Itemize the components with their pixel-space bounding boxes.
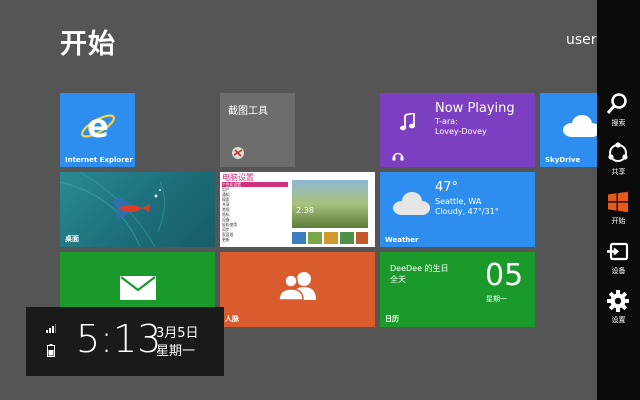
tile-snipping-tool[interactable]: 截图工具: [220, 93, 295, 167]
calendar-allday: 全天: [390, 275, 406, 284]
tile-label: 日历: [385, 315, 399, 323]
clock-date: 3月5日: [156, 326, 199, 341]
now-playing-title: Now Playing: [435, 101, 515, 116]
snipping-tool-icon: [232, 147, 244, 159]
cloud-icon: [563, 115, 597, 137]
page-title: 开始: [60, 29, 116, 60]
lock-screen-thumbnails[interactable]: [292, 232, 368, 244]
svg-text:e: e: [87, 107, 109, 145]
tile-music[interactable]: Now Playing T-ara: Lovey-Dovey: [380, 93, 535, 167]
calendar-day: 05: [485, 258, 524, 293]
charm-label: 开始: [611, 217, 626, 225]
mail-envelope-icon: [120, 276, 156, 300]
clock-weekday: 星期一: [156, 344, 196, 359]
charm-label: 设备: [611, 267, 626, 275]
search-icon: [606, 93, 627, 114]
now-playing-artist: T-ara:: [435, 117, 458, 126]
clock-overlay: 5:13 3月5日 星期一: [26, 307, 224, 376]
user-name[interactable]: user: [566, 32, 597, 48]
internet-explorer-icon: e: [81, 107, 115, 145]
signal-strength-icon: [46, 324, 56, 333]
calendar-weekday: 星期一: [486, 295, 507, 303]
weather-city: Seattle, WA: [435, 197, 482, 206]
headphones-icon: [392, 152, 404, 161]
lock-screen-preview: 2:38: [292, 180, 368, 228]
now-playing-track: Lovey-Dovey: [435, 127, 487, 136]
charm-label: 搜索: [611, 119, 626, 127]
betta-fish-wallpaper: [60, 172, 165, 247]
tile-weather[interactable]: 47° Seattle, WA Cloudy, 47°/31° Weather: [380, 172, 535, 247]
calendar-event: DeeDee 的生日: [390, 264, 449, 273]
tile-label: 人脉: [225, 315, 239, 323]
settings-menu-item[interactable]: 更新: [222, 237, 288, 242]
windows-logo-icon: [608, 191, 628, 213]
clock-time: 5:13: [76, 317, 162, 361]
tile-pc-settings[interactable]: 电脑设置 个性化设置 用户 通知 搜索 共享 常规 隐私 设备 轻松使用 同步 …: [220, 172, 375, 247]
tile-label: Weather: [385, 236, 419, 244]
music-note-icon: [400, 113, 415, 131]
charm-search[interactable]: 搜索: [597, 88, 640, 132]
weather-description: Cloudy, 47°/31°: [435, 207, 499, 216]
tile-desktop[interactable]: 桌面: [60, 172, 215, 247]
tile-label: SkyDrive: [545, 156, 581, 164]
charm-settings[interactable]: 设置: [597, 285, 640, 329]
devices-icon: [607, 242, 629, 261]
people-icon: [278, 272, 316, 300]
battery-icon: [47, 344, 55, 357]
gear-icon: [607, 290, 629, 312]
charm-devices[interactable]: 设备: [597, 236, 640, 280]
charm-label: 共享: [611, 168, 626, 176]
tile-skydrive[interactable]: SkyDrive: [540, 93, 597, 167]
share-icon: [608, 142, 628, 162]
tile-label: 桌面: [65, 235, 79, 243]
tile-title: 截图工具: [228, 106, 268, 117]
charm-share[interactable]: 共享: [597, 137, 640, 181]
tile-label: Internet Explorer: [65, 156, 133, 164]
tile-calendar[interactable]: DeeDee 的生日 全天 05 星期一 日历: [380, 252, 535, 327]
weather-temperature: 47°: [435, 180, 459, 195]
charm-start[interactable]: 开始: [597, 186, 640, 230]
tile-internet-explorer[interactable]: e Internet Explorer: [60, 93, 135, 167]
charm-label: 设置: [611, 316, 626, 324]
tile-people[interactable]: 人脉: [220, 252, 375, 327]
charms-bar: 搜索 共享 开始 设备 设置: [597, 0, 640, 400]
cloud-icon: [393, 192, 430, 215]
